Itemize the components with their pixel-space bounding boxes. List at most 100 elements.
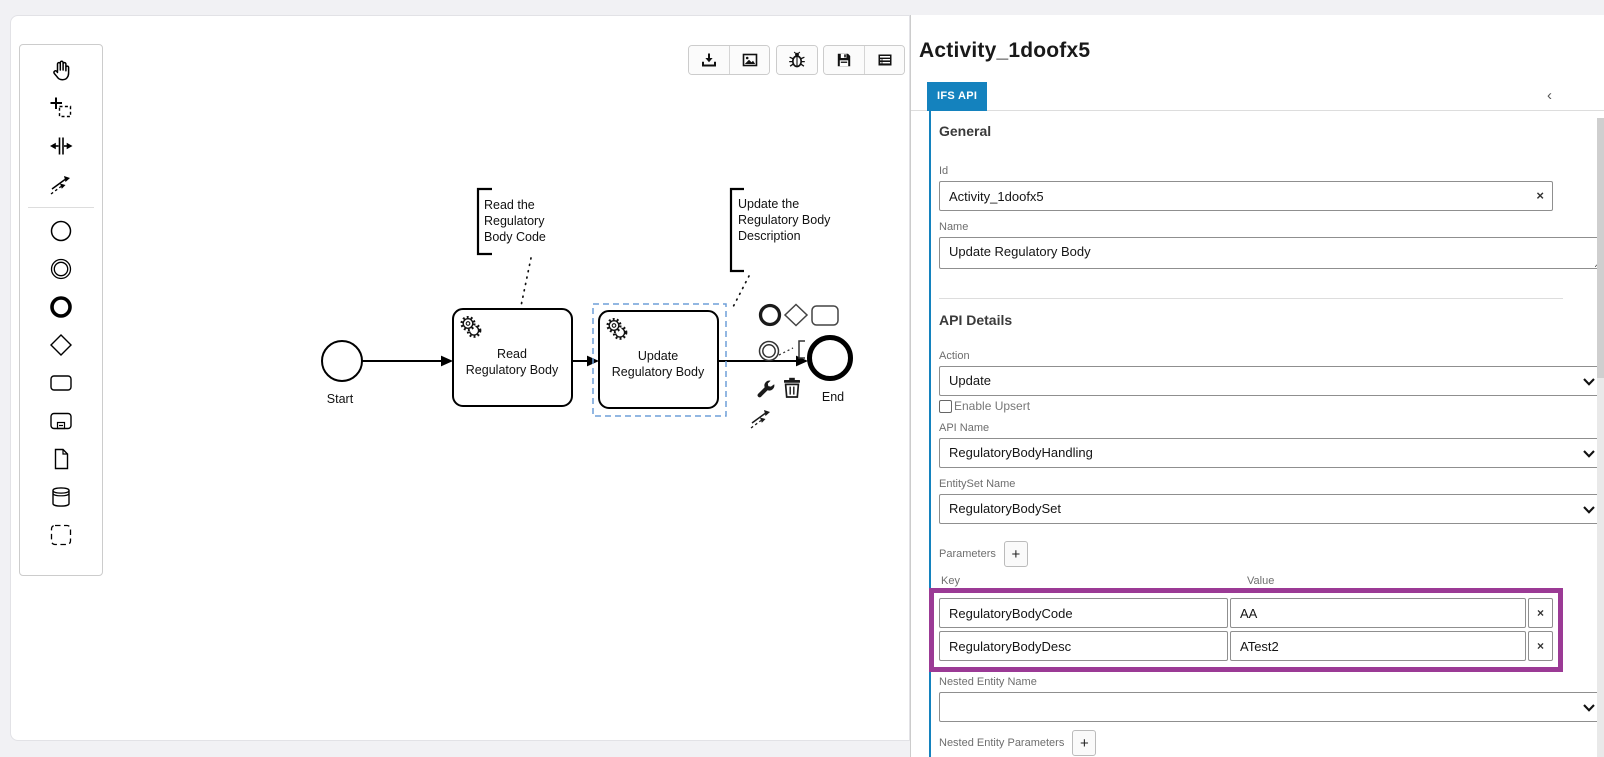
add-parameter-button[interactable]: + [1004, 541, 1028, 567]
gateway-icon [48, 332, 74, 358]
general-heading: General [939, 123, 1604, 139]
sequence-flow-start-to-read[interactable] [362, 356, 453, 367]
chevron-down-icon [1583, 506, 1595, 514]
append-task-icon[interactable] [812, 306, 838, 325]
start-event[interactable]: Start [322, 341, 362, 406]
create-data-store[interactable] [38, 478, 84, 516]
create-gateway[interactable] [38, 326, 84, 364]
text-annotation-update[interactable]: Update the Regulatory Body Description [731, 189, 831, 271]
create-group[interactable] [38, 516, 84, 554]
task-icon [48, 370, 74, 396]
association-annotation2[interactable] [732, 276, 749, 309]
panel-scrollbar[interactable] [1597, 118, 1604, 757]
list-icon [876, 51, 894, 69]
scrollbar-thumb[interactable] [1597, 118, 1604, 378]
svg-text:Regulatory Body: Regulatory Body [466, 363, 559, 377]
param-key-input[interactable] [939, 631, 1228, 661]
create-task[interactable] [38, 364, 84, 402]
deployment-list-button[interactable] [864, 46, 904, 74]
debug-bug-button[interactable] [777, 46, 817, 74]
end-event-icon [48, 294, 74, 320]
palette-separator [28, 207, 94, 208]
append-gateway-icon[interactable] [785, 305, 807, 326]
param-key-input[interactable] [939, 598, 1228, 628]
global-connect-tool[interactable] [38, 165, 84, 203]
append-intermediate-event-icon[interactable] [760, 342, 779, 361]
nested-entity-select[interactable] [939, 692, 1604, 722]
export-image-button[interactable] [729, 46, 769, 74]
action-select[interactable]: Update [939, 366, 1604, 396]
table-row: × [939, 598, 1553, 628]
svg-text:End: End [822, 390, 844, 404]
download-icon [700, 51, 718, 69]
task-update-regulatory-body[interactable]: Update Regulatory Body [599, 311, 718, 408]
entityset-selected-value: RegulatoryBodySet [949, 501, 1061, 516]
sequence-flow-read-to-update[interactable] [572, 356, 599, 367]
section-divider [939, 298, 1563, 299]
api-details-heading: API Details [939, 312, 1604, 328]
name-textarea[interactable]: Update Regulatory Body [939, 237, 1604, 269]
name-label: Name [939, 221, 1553, 233]
lasso-icon [48, 95, 74, 121]
param-value-input[interactable] [1230, 631, 1526, 661]
diagram-canvas[interactable]: Start Read Regulatory Body [10, 15, 910, 741]
panel-tabbar: IFS API ‹ [911, 82, 1604, 111]
remove-parameter-button[interactable]: × [1528, 598, 1553, 628]
parameters-row: Parameters + [939, 541, 1604, 567]
space-tool[interactable] [38, 127, 84, 165]
svg-text:Description: Description [738, 229, 801, 243]
change-type-wrench-icon[interactable] [758, 381, 775, 398]
api-name-select[interactable]: RegulatoryBodyHandling [939, 438, 1604, 468]
sequence-flow-update-to-end[interactable] [718, 356, 808, 367]
data-store-icon [48, 484, 74, 510]
api-name-selected-value: RegulatoryBodyHandling [949, 445, 1093, 460]
lasso-tool[interactable] [38, 89, 84, 127]
svg-text:Update the: Update the [738, 197, 799, 211]
value-column-header: Value [1247, 575, 1274, 587]
toolbar-group-export [688, 45, 770, 75]
svg-text:Regulatory Body: Regulatory Body [612, 365, 705, 379]
collapse-panel-chevron[interactable]: ‹ [1547, 87, 1552, 104]
add-nested-parameter-button[interactable]: + [1072, 730, 1096, 756]
api-name-label: API Name [939, 422, 1553, 434]
task-read-regulatory-body[interactable]: Read Regulatory Body [453, 309, 572, 406]
text-annotation-read[interactable]: Read the Regulatory Body Code [478, 189, 546, 254]
entityset-select[interactable]: RegulatoryBodySet [939, 494, 1604, 524]
hand-tool[interactable] [38, 51, 84, 89]
param-value-input[interactable] [1230, 598, 1526, 628]
enable-upsert-checkbox[interactable] [939, 400, 952, 413]
download-button[interactable] [689, 46, 729, 74]
delete-trash-icon[interactable] [784, 378, 800, 397]
create-intermediate-event[interactable] [38, 250, 84, 288]
kv-header-row: Key Value [939, 575, 1553, 588]
space-tool-icon [48, 133, 74, 159]
nested-parameters-row: Nested Entity Parameters + [939, 730, 1604, 756]
remove-parameter-button[interactable]: × [1528, 631, 1553, 661]
hand-icon [48, 57, 74, 83]
id-input[interactable] [939, 181, 1553, 211]
tab-ifs-api[interactable]: IFS API [927, 82, 987, 111]
clear-id-icon[interactable]: × [1536, 188, 1544, 204]
properties-panel: Activity_1doofx5 IFS API ‹ General Id × … [910, 15, 1604, 757]
bpmn-editor-screen: Start Read Regulatory Body [0, 0, 1604, 757]
toolbar-group-debug [776, 45, 818, 75]
svg-text:Regulatory Body: Regulatory Body [738, 213, 831, 227]
svg-text:Body Code: Body Code [484, 230, 546, 244]
end-event[interactable]: End [810, 338, 851, 405]
connect-tool-icon[interactable] [751, 410, 770, 428]
parameters-table: × × [939, 598, 1553, 661]
create-end-event[interactable] [38, 288, 84, 326]
start-event-icon [48, 218, 74, 244]
save-button[interactable] [824, 46, 864, 74]
svg-text:Regulatory: Regulatory [484, 214, 545, 228]
append-text-annotation-icon[interactable] [779, 341, 805, 358]
chevron-down-icon [1583, 450, 1595, 458]
create-start-event[interactable] [38, 212, 84, 250]
create-subprocess[interactable] [38, 402, 84, 440]
palette [19, 44, 103, 576]
create-data-object[interactable] [38, 440, 84, 478]
association-annotation1[interactable] [521, 258, 531, 306]
global-connect-icon [48, 171, 74, 197]
entityset-label: EntitySet Name [939, 478, 1553, 490]
append-end-event-icon[interactable] [761, 306, 780, 325]
